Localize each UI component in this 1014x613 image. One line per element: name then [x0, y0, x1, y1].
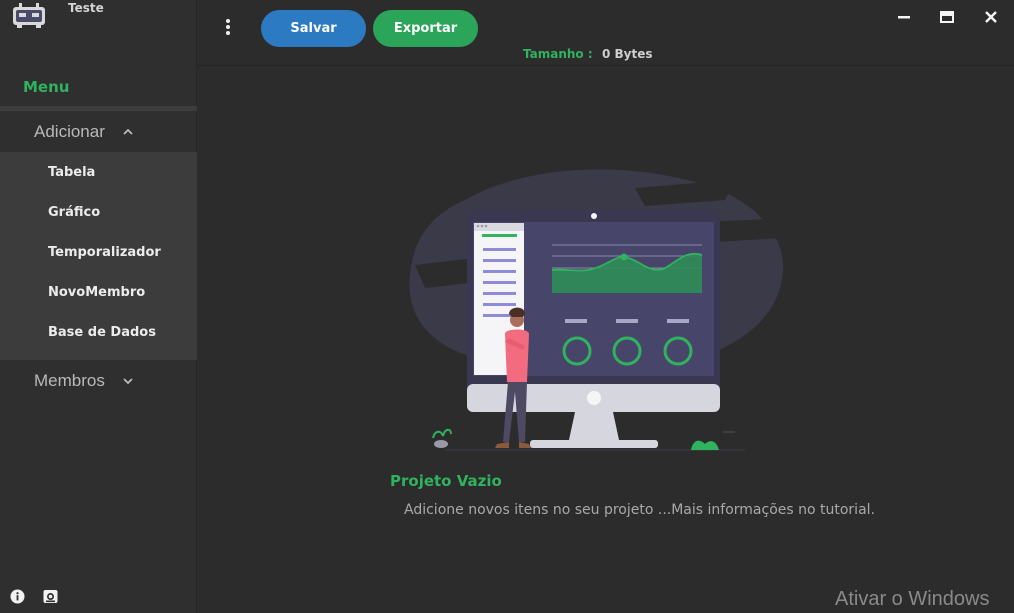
- size-value: 0 Bytes: [602, 47, 653, 61]
- save-button[interactable]: Salvar: [261, 10, 366, 47]
- size-label: Tamanho :: [523, 47, 593, 61]
- menu-divider: [0, 106, 197, 111]
- submenu-adicionar: Tabela Gráfico Temporalizador NovoMembro…: [0, 152, 197, 360]
- sidebar-item-base-de-dados[interactable]: Base de Dados: [0, 312, 197, 352]
- sidebar-item-novomembro[interactable]: NovoMembro: [0, 272, 197, 312]
- close-button[interactable]: [980, 8, 1002, 26]
- empty-project-description: Adicione novos itens no seu projeto ...M…: [404, 502, 875, 518]
- chevron-up-icon: [123, 128, 133, 135]
- sidebar: Teste Menu Adicionar Tabela Gráfico Temp…: [0, 0, 197, 613]
- robot-icon: [13, 3, 45, 28]
- sidebar-group-label: Adicionar: [34, 122, 105, 141]
- minimize-icon: [898, 16, 910, 19]
- sidebar-group-label: Membros: [34, 371, 105, 390]
- menu-label: Menu: [23, 78, 70, 96]
- chevron-down-icon: [123, 378, 133, 385]
- windows-activation-watermark: Ativar o Windows: [835, 588, 990, 610]
- export-button[interactable]: Exportar: [373, 10, 478, 47]
- close-icon: [985, 11, 997, 23]
- kebab-menu-icon[interactable]: [219, 17, 237, 37]
- sidebar-item-tabela[interactable]: Tabela: [0, 152, 197, 192]
- info-icon[interactable]: [10, 589, 25, 604]
- minimize-button[interactable]: [893, 8, 915, 26]
- app-title: Teste: [68, 1, 104, 15]
- sidebar-item-grafico[interactable]: Gráfico: [0, 192, 197, 232]
- maximize-icon: [940, 11, 954, 23]
- camera-icon[interactable]: [43, 589, 58, 604]
- sidebar-footer: [10, 589, 58, 604]
- sidebar-group-adicionar[interactable]: Adicionar: [0, 112, 197, 152]
- maximize-button[interactable]: [936, 8, 958, 26]
- dashboard-monitor-illustration: [409, 169, 790, 451]
- sidebar-item-temporalizador[interactable]: Temporalizador: [0, 232, 197, 272]
- toolbar: Salvar Exportar Tamanho : 0 Bytes: [197, 0, 1014, 66]
- empty-project-title: Projeto Vazio: [390, 472, 502, 490]
- sidebar-group-membros[interactable]: Membros: [0, 361, 197, 401]
